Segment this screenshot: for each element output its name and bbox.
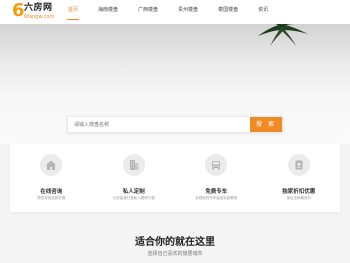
- service-exclusive-discount[interactable]: 独家折扣优惠 保证全网最低价: [258, 144, 341, 212]
- service-desc: 保证全网最低价: [286, 196, 312, 200]
- service-title: 在线咨询: [40, 189, 63, 195]
- service-online-consult[interactable]: 在线咨询 帮您寻找优质房源: [10, 144, 93, 212]
- nav-item-guangxi[interactable]: 广西楼盘: [136, 0, 160, 22]
- building-icon: [122, 154, 145, 176]
- section-title: 适合你的就在这里: [135, 237, 215, 248]
- service-title: 独家折扣优惠: [282, 189, 316, 195]
- service-title: 私人定制: [122, 189, 145, 195]
- nav-item-guizhou[interactable]: 贵州楼盘: [176, 0, 200, 22]
- hero-banner: 搜 索: [0, 24, 350, 144]
- tag-icon: [287, 154, 310, 176]
- site-logo[interactable]: 6 六房网 6fangw.com: [12, 0, 60, 21]
- search-box: 搜 索: [67, 116, 283, 133]
- palm-tree-icon: [258, 24, 308, 46]
- logo-six-mark: 6: [12, 0, 25, 21]
- house-icon: [40, 154, 63, 176]
- logo-domain: 6fangw.com: [24, 14, 55, 20]
- search-input[interactable]: [68, 117, 250, 132]
- logo-name: 六房网: [24, 3, 53, 13]
- service-free-car[interactable]: 免费专车 全程陪同专车接送免费看房: [175, 144, 258, 212]
- search-button[interactable]: 搜 索: [250, 117, 282, 132]
- section-subtitle: 选择自己喜欢的旅居城市: [147, 251, 203, 257]
- services-panel: 在线咨询 帮您寻找优质房源 私人定制 为您量身打造私人看房行程 免费专车 全程陪…: [10, 144, 340, 212]
- site-header: 6 六房网 6fangw.com 首页 海南楼盘 广西楼盘 贵州楼盘 泰国楼盘 …: [0, 0, 350, 24]
- service-desc: 帮您寻找优质房源: [37, 196, 66, 200]
- car-icon: [205, 154, 228, 176]
- nav-item-thailand[interactable]: 泰国楼盘: [216, 0, 240, 22]
- nav-item-hainan[interactable]: 海南楼盘: [96, 0, 120, 22]
- service-private-custom[interactable]: 私人定制 为您量身打造私人看房行程: [93, 144, 176, 212]
- nav-item-home[interactable]: 首页: [66, 0, 80, 22]
- service-title: 免费专车: [205, 189, 228, 195]
- service-desc: 为您量身打造私人看房行程: [112, 196, 155, 200]
- service-desc: 全程陪同专车接送免费看房: [195, 196, 238, 200]
- main-nav: 首页 海南楼盘 广西楼盘 贵州楼盘 泰国楼盘 资讯: [66, 0, 286, 24]
- nav-item-news[interactable]: 资讯: [256, 0, 270, 22]
